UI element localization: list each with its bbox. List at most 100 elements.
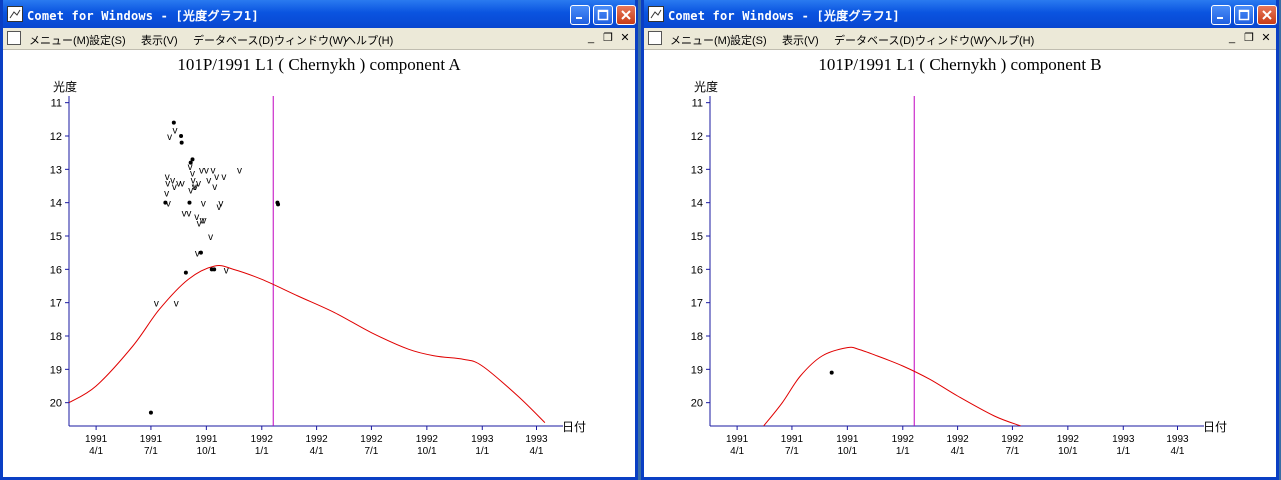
y-tick-label: 12: [50, 131, 62, 143]
x-tick-label-year: 1992: [416, 434, 439, 445]
mdi-minimize-icon[interactable]: _: [1226, 32, 1238, 44]
observation-point: [829, 370, 834, 375]
menu-view[interactable]: 表示(V): [141, 32, 178, 48]
mdi-close-icon[interactable]: ✕: [619, 32, 631, 44]
x-tick-label-date: 4/1: [310, 446, 324, 457]
menu-settings[interactable]: 設定(S): [89, 32, 126, 48]
x-tick-label-date: 7/1: [785, 446, 799, 457]
mdi-minimize-icon[interactable]: _: [585, 32, 597, 44]
light-curve-chart: 1112131415161718192019914/119917/1199110…: [691, 96, 1204, 457]
y-tick-label: 15: [50, 231, 62, 243]
x-tick-label-date: 4/1: [530, 446, 544, 457]
upper-limit-mark: v: [218, 199, 223, 210]
y-tick-label: 20: [691, 398, 703, 410]
x-tick-label-year: 1993: [1112, 434, 1135, 445]
window-title: Comet for Windows - [光度グラフ1]: [668, 9, 900, 23]
menu-help[interactable]: ヘルプ(H): [345, 32, 393, 48]
maximize-button[interactable]: [593, 5, 613, 25]
upper-limit-mark: v: [174, 299, 179, 310]
upper-limit-mark: v: [180, 179, 185, 190]
menu-window[interactable]: ウィンドウ(W): [274, 32, 347, 48]
x-tick-label-date: 4/1: [1171, 446, 1185, 457]
x-tick-label-year: 1992: [946, 434, 969, 445]
close-button[interactable]: [1257, 5, 1277, 25]
observation-point: [276, 202, 281, 207]
x-tick-label-date: 1/1: [896, 446, 910, 457]
x-tick-label-year: 1992: [305, 434, 328, 445]
x-tick-label-date: 4/1: [730, 446, 744, 457]
menu-help[interactable]: ヘルプ(H): [986, 32, 1034, 48]
upper-limit-mark: v: [154, 299, 159, 310]
mdi-close-icon[interactable]: ✕: [1260, 32, 1272, 44]
chart-area: 101P/1991 L1 ( Chernykh ) component A 光度…: [3, 50, 635, 477]
upper-limit-mark: v: [201, 215, 206, 226]
upper-limit-mark: v: [193, 182, 198, 193]
upper-limit-mark: v: [237, 165, 242, 176]
predicted-curve: [69, 265, 546, 424]
upper-limit-mark: v: [195, 249, 200, 260]
x-tick-label-year: 1992: [1057, 434, 1080, 445]
x-tick-label-year: 1991: [836, 434, 859, 445]
y-tick-label: 17: [691, 298, 703, 310]
y-tick-label: 11: [51, 98, 62, 110]
document-icon[interactable]: [7, 31, 21, 45]
observation-point: [187, 200, 192, 205]
menu-bar: メニュー(M) 設定(S) 表示(V) データベース(D) ウィンドウ(W) ヘ…: [3, 28, 635, 50]
upper-limit-mark: v: [214, 172, 219, 183]
y-tick-label: 13: [691, 164, 703, 176]
x-tick-label-year: 1993: [471, 434, 494, 445]
maximize-button[interactable]: [1234, 5, 1254, 25]
observation-point: [190, 157, 195, 162]
observation-point: [171, 120, 176, 125]
comet-window-right: Comet for Windows - [光度グラフ1] メニュー(M) 設定(…: [641, 0, 1279, 480]
close-button[interactable]: [616, 5, 636, 25]
upper-limit-mark: v: [186, 209, 191, 220]
x-tick-label-date: 10/1: [417, 446, 437, 457]
y-tick-label: 14: [691, 198, 703, 210]
x-tick-label-date: 1/1: [255, 446, 269, 457]
observation-point: [148, 410, 153, 415]
upper-limit-mark: v: [224, 265, 229, 276]
upper-limit-mark: v: [173, 125, 178, 136]
menu-settings[interactable]: 設定(S): [730, 32, 767, 48]
mdi-restore-icon[interactable]: ❐: [1243, 32, 1255, 44]
y-tick-label: 20: [50, 398, 62, 410]
menu-menu[interactable]: メニュー(M): [29, 32, 90, 48]
menu-menu[interactable]: メニュー(M): [670, 32, 731, 48]
y-tick-label: 19: [691, 364, 703, 376]
x-tick-label-year: 1992: [251, 434, 274, 445]
light-curve-chart: 1112131415161718192019914/119917/1199110…: [50, 96, 563, 457]
x-tick-label-year: 1992: [360, 434, 383, 445]
y-tick-label: 16: [691, 264, 703, 276]
menu-view[interactable]: 表示(V): [782, 32, 819, 48]
menu-database[interactable]: データベース(D): [834, 32, 915, 48]
minimize-button[interactable]: [570, 5, 590, 25]
chart-app-icon[interactable]: [648, 6, 664, 22]
minimize-button[interactable]: [1211, 5, 1231, 25]
menu-bar: メニュー(M) 設定(S) 表示(V) データベース(D) ウィンドウ(W) ヘ…: [644, 28, 1276, 50]
upper-limit-mark: v: [208, 232, 213, 243]
x-tick-label-year: 1992: [892, 434, 915, 445]
document-icon[interactable]: [648, 31, 662, 45]
observation-point: [179, 140, 184, 145]
menu-database[interactable]: データベース(D): [193, 32, 274, 48]
mdi-restore-icon[interactable]: ❐: [602, 32, 614, 44]
chart-app-icon[interactable]: [7, 6, 23, 22]
upper-limit-mark: v: [167, 132, 172, 143]
x-tick-label-date: 10/1: [1058, 446, 1078, 457]
y-tick-label: 18: [691, 331, 703, 343]
title-bar[interactable]: Comet for Windows - [光度グラフ1]: [644, 0, 1277, 28]
y-tick-label: 12: [691, 131, 703, 143]
chart-area: 101P/1991 L1 ( Chernykh ) component B 光度…: [644, 50, 1276, 477]
window-title: Comet for Windows - [光度グラフ1]: [27, 9, 259, 23]
predicted-curve: [763, 346, 1022, 426]
x-tick-label-date: 1/1: [1116, 446, 1130, 457]
upper-limit-mark: v: [212, 182, 217, 193]
menu-window[interactable]: ウィンドウ(W): [915, 32, 988, 48]
x-tick-label-date: 7/1: [1005, 446, 1019, 457]
title-bar[interactable]: Comet for Windows - [光度グラフ1]: [3, 0, 636, 28]
upper-limit-mark: v: [166, 199, 171, 210]
upper-limit-mark: v: [201, 199, 206, 210]
y-tick-label: 13: [50, 164, 62, 176]
x-tick-label-year: 1991: [195, 434, 218, 445]
